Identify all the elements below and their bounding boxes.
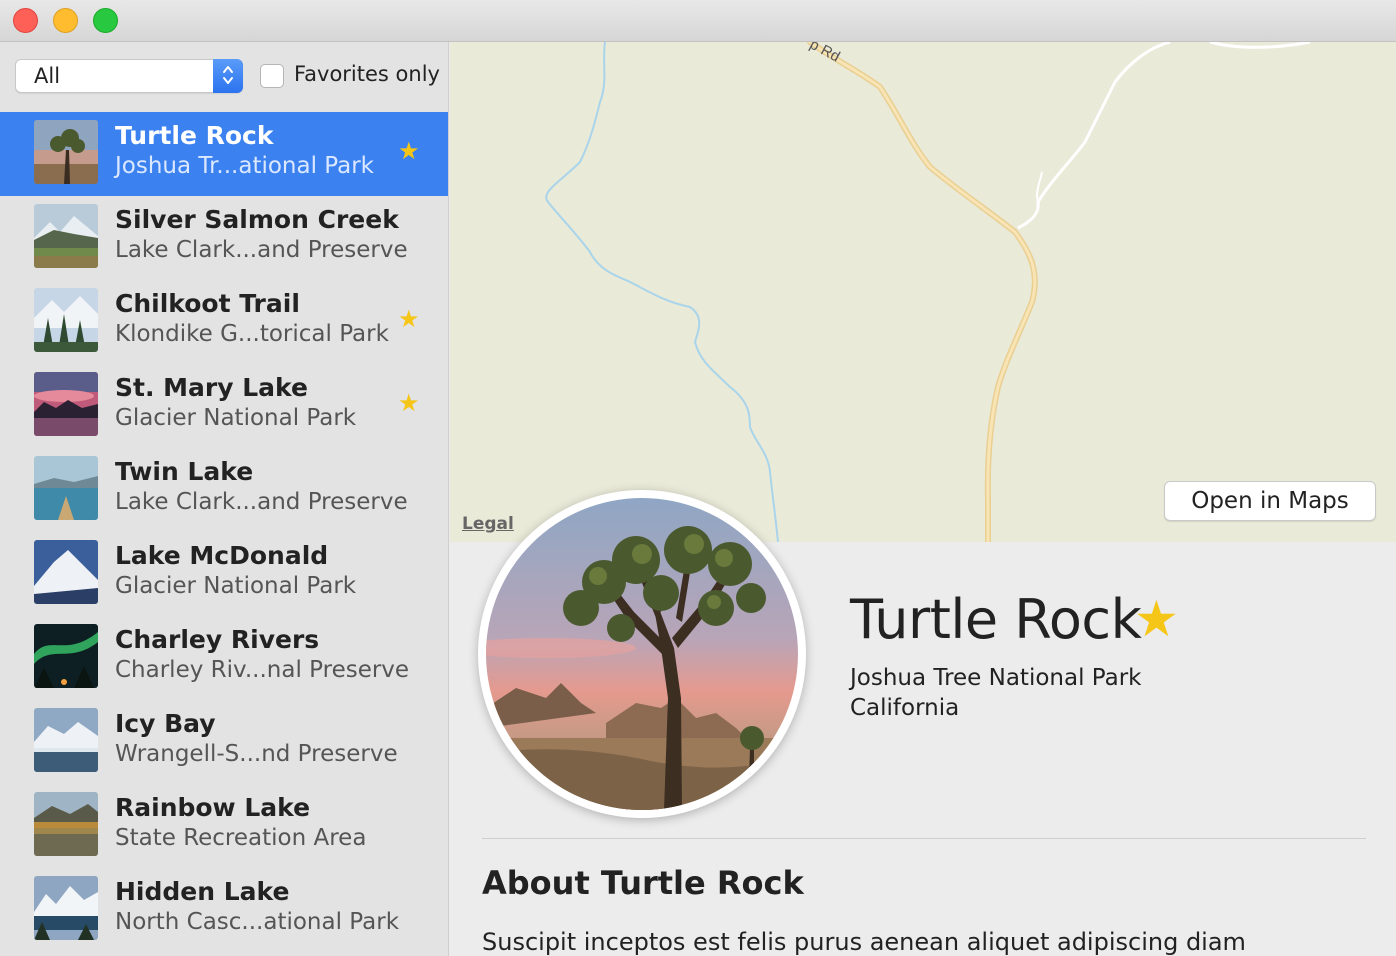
landmark-name: Charley Rivers [115, 625, 320, 654]
favorites-only-label[interactable]: Favorites only [294, 62, 440, 86]
landmark-thumbnail [34, 876, 98, 940]
window-titlebar [0, 0, 1396, 42]
legal-link[interactable]: Legal [462, 514, 514, 534]
joshua-tree-image [486, 498, 798, 810]
favorite-star-icon: ★ [398, 305, 420, 333]
landmark-list: Turtle Rock Joshua Tr...ational Park ★ Silv… [0, 112, 448, 952]
divider [482, 838, 1366, 839]
zoom-window-button[interactable] [93, 8, 118, 33]
landmark-row[interactable]: Icy Bay Wrangell-S...nd Preserve [0, 700, 448, 784]
favorite-star-icon: ★ [398, 389, 420, 417]
landmark-thumbnail [34, 792, 98, 856]
map-drawing: p Rd [545, 42, 1311, 542]
landmark-thumbnail [34, 120, 98, 184]
filter-selected-value: All [34, 64, 61, 88]
landmark-park: Charley Riv...nal Preserve [115, 657, 410, 683]
landmark-name: Chilkoot Trail [115, 289, 300, 318]
landmark-park: Klondike G...torical Park [115, 321, 389, 347]
landmark-name: Turtle Rock [115, 121, 274, 150]
detail-park-name: Joshua Tree National Park [850, 665, 1142, 691]
landmark-thumbnail [34, 624, 98, 688]
stream-line [545, 42, 779, 542]
landmark-park: North Casc...ational Park [115, 909, 400, 935]
landmark-row[interactable]: Twin Lake Lake Clark...and Preserve [0, 448, 448, 532]
sidebar: All Favorites only Turtle Rock Joshua Tr.… [0, 42, 449, 956]
favorite-star-icon: ★ [398, 137, 420, 165]
road-main [807, 42, 1038, 542]
road-side [1017, 42, 1171, 230]
landmark-thumbnail [34, 456, 98, 520]
landmark-name: St. Mary Lake [115, 373, 308, 402]
about-heading: About Turtle Rock [482, 864, 804, 902]
landmark-park: Lake Clark...and Preserve [115, 237, 408, 263]
landmark-park: Glacier National Park [115, 573, 357, 599]
detail-state: California [850, 695, 960, 721]
landmark-park: Lake Clark...and Preserve [115, 489, 408, 515]
landmark-row[interactable]: Silver Salmon Creek Lake Clark...and Pres… [0, 196, 448, 280]
landmark-name: Rainbow Lake [115, 793, 311, 822]
landmark-park: Wrangell-S...nd Preserve [115, 741, 398, 767]
favorites-only-checkbox[interactable] [260, 64, 284, 88]
landmark-row[interactable]: Turtle Rock Joshua Tr...ational Park ★ [0, 112, 448, 196]
landmark-row[interactable]: Chilkoot Trail Klondike G...torical Park ★ [0, 280, 448, 364]
landmark-name: Lake McDonald [115, 541, 329, 570]
landmark-thumbnail [34, 540, 98, 604]
detail-title: Turtle Rock [850, 588, 1142, 651]
landmark-park: Glacier National Park [115, 405, 357, 431]
map-view[interactable]: p Rd Legal Open in Maps [450, 42, 1396, 542]
favorite-star-icon[interactable]: ★ [1134, 590, 1179, 648]
landmark-name: Silver Salmon Creek [115, 205, 399, 234]
landmark-row[interactable]: Lake McDonald Glacier National Park [0, 532, 448, 616]
landmark-thumbnail [34, 288, 98, 352]
landmark-row[interactable]: Hidden Lake North Casc...ational Park [0, 868, 448, 952]
landmark-thumbnail [34, 708, 98, 772]
landmark-row[interactable]: Rainbow Lake State Recreation Area [0, 784, 448, 868]
landmark-name: Twin Lake [115, 457, 254, 486]
landmark-park: State Recreation Area [115, 825, 367, 851]
close-window-button[interactable] [13, 8, 38, 33]
landmark-photo [478, 490, 806, 818]
landmark-name: Hidden Lake [115, 877, 290, 906]
landmark-name: Icy Bay [115, 709, 216, 738]
filter-popup-button[interactable]: All [15, 59, 243, 93]
minimize-window-button[interactable] [53, 8, 78, 33]
landmark-thumbnail [34, 372, 98, 436]
landmark-thumbnail [34, 204, 98, 268]
about-text: Suscipit inceptos est felis purus aenean… [482, 928, 1246, 956]
open-in-maps-button[interactable]: Open in Maps [1164, 481, 1376, 521]
landmark-park: Joshua Tr...ational Park [115, 153, 374, 179]
landmark-row[interactable]: Charley Rivers Charley Riv...nal Preserve [0, 616, 448, 700]
landmark-row[interactable]: St. Mary Lake Glacier National Park ★ [0, 364, 448, 448]
up-down-chevron-icon [213, 59, 243, 93]
